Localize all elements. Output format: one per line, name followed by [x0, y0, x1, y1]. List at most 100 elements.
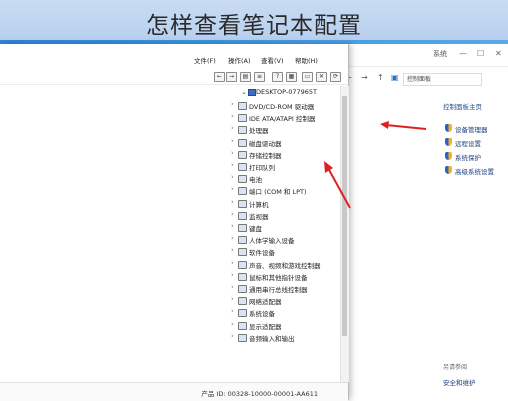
- chevron-right-icon[interactable]: ›: [231, 320, 234, 328]
- device-manager-link-label: 设备管理器: [455, 126, 488, 134]
- chevron-right-icon[interactable]: ›: [231, 161, 234, 169]
- device-category-label: 鼠标和其他指针设备: [249, 273, 308, 282]
- chevron-right-icon[interactable]: ›: [231, 149, 234, 157]
- device-icon: [238, 297, 247, 306]
- device-category-label: 监视器: [249, 212, 269, 221]
- shield-icon: [445, 124, 452, 132]
- see-also-heading: 另请参阅: [443, 364, 468, 371]
- tree-root[interactable]: ⌄ DESKTOP-077965T: [241, 88, 317, 96]
- chevron-right-icon[interactable]: ›: [231, 307, 234, 315]
- device-category-label: 键盘: [249, 225, 262, 233]
- chevron-right-icon[interactable]: ›: [231, 173, 234, 181]
- device-icon: [238, 163, 247, 171]
- help-icon[interactable]: ?: [272, 72, 283, 82]
- minimize-icon[interactable]: —: [459, 49, 467, 58]
- device-icon: [238, 272, 247, 281]
- chevron-right-icon[interactable]: ›: [231, 112, 234, 120]
- chevron-right-icon[interactable]: ›: [231, 137, 234, 145]
- forward-icon[interactable]: →: [226, 72, 237, 82]
- system-window-title: 系统: [433, 50, 447, 58]
- tree-root-label: DESKTOP-077965T: [256, 88, 317, 96]
- scrollbar-thumb[interactable]: [342, 96, 347, 336]
- disable-device-icon[interactable]: ✕: [316, 72, 327, 82]
- device-icon: [238, 248, 247, 257]
- device-category-label: 声音、视频和游戏控制器: [249, 261, 321, 270]
- device-category-label: 打印队列: [249, 164, 275, 172]
- status-bar: 产品 ID: 00328-10000-00001-AA611: [0, 382, 348, 401]
- device-tree: ⌄ DESKTOP-077965T › DVD/CD-ROM 驱动器 › IDE AT…: [0, 86, 348, 382]
- device-category-label: 存储控制器: [249, 151, 282, 160]
- chevron-right-icon[interactable]: ›: [231, 234, 234, 242]
- menu-file[interactable]: 文件(F): [194, 55, 216, 65]
- remote-settings-link[interactable]: 远程设置: [445, 138, 481, 148]
- device-category-label: 网络适配器: [249, 298, 282, 307]
- advanced-system-settings-link[interactable]: 高级系统设置: [445, 166, 494, 176]
- chevron-right-icon[interactable]: ›: [231, 124, 234, 132]
- chevron-right-icon[interactable]: ›: [231, 222, 234, 230]
- device-icon: [238, 114, 247, 123]
- chevron-down-icon[interactable]: ⌄: [241, 88, 247, 96]
- properties-icon[interactable]: ▤: [240, 72, 251, 82]
- maximize-icon[interactable]: ☐: [477, 49, 484, 58]
- device-category-label: 音频输入和输出: [249, 334, 295, 343]
- chevron-right-icon[interactable]: ›: [231, 271, 234, 279]
- device-icon: [238, 175, 247, 184]
- back-icon[interactable]: ←: [214, 72, 225, 82]
- annotation-arrow: [380, 121, 427, 130]
- monitor-icon[interactable]: ▭: [302, 72, 313, 82]
- close-icon[interactable]: ✕: [495, 49, 502, 58]
- chevron-right-icon[interactable]: ›: [231, 295, 234, 303]
- device-icon: [238, 333, 247, 342]
- device-icon: [238, 211, 247, 220]
- device-category-label: 处理器: [249, 127, 269, 136]
- system-window: 系统 — ☐ ✕ ← → ↑ ▣ 控制面板: [340, 44, 508, 400]
- chevron-right-icon[interactable]: ›: [231, 283, 234, 291]
- system-protection-link-label: 系统保护: [455, 154, 481, 162]
- device-icon: [238, 199, 247, 208]
- device-icon: [238, 321, 247, 330]
- chevron-right-icon[interactable]: ›: [231, 332, 234, 340]
- list-view-icon[interactable]: ≡: [254, 72, 265, 82]
- device-category-label: 显示适配器: [249, 322, 282, 331]
- chevron-right-icon[interactable]: ›: [231, 259, 234, 267]
- shield-icon: [445, 138, 452, 146]
- chevron-right-icon[interactable]: ›: [231, 185, 234, 193]
- menu-action[interactable]: 操作(A): [228, 55, 251, 65]
- device-icon: [238, 138, 247, 147]
- device-category-label: 计算机: [249, 200, 269, 209]
- annotation-arrow: [324, 161, 351, 209]
- chevron-right-icon[interactable]: ›: [231, 246, 234, 254]
- device-icon: [238, 150, 247, 159]
- device-category-label: 通用串行总线控制器: [249, 286, 308, 294]
- chevron-right-icon[interactable]: ›: [231, 100, 234, 108]
- computer-icon: [248, 89, 256, 96]
- device-icon: [238, 285, 247, 293]
- system-protection-link[interactable]: 系统保护: [445, 152, 481, 162]
- update-driver-icon[interactable]: ▦: [286, 72, 297, 82]
- device-category-label: 端口 (COM 和 LPT): [249, 188, 307, 197]
- device-icon: [238, 236, 247, 245]
- breadcrumb[interactable]: 控制面板: [403, 73, 482, 86]
- banner: 怎样查看笔记本配置: [0, 0, 508, 40]
- device-manager-link[interactable]: 设备管理器: [445, 124, 488, 134]
- forward-icon[interactable]: →: [361, 73, 368, 82]
- device-category-label: 系统设备: [249, 310, 275, 319]
- scrollbar[interactable]: [340, 86, 349, 382]
- menu-help[interactable]: 帮助(H): [295, 55, 318, 65]
- scan-hardware-icon[interactable]: ⟳: [330, 72, 341, 82]
- chevron-right-icon[interactable]: ›: [231, 198, 234, 206]
- security-maintenance-link[interactable]: 安全和维护: [443, 377, 476, 387]
- shield-icon: [445, 152, 452, 160]
- device-category-label: IDE ATA/ATAPI 控制器: [249, 115, 316, 124]
- device-category-label: 软件设备: [249, 249, 275, 258]
- toolbar: ← → ▤ ≡ ? ▦ ▭ ✕ ⟳: [0, 68, 348, 85]
- device-icon: [238, 102, 247, 110]
- control-panel-home-link[interactable]: 控制面板主页: [443, 101, 482, 111]
- device-manager-window: 文件(F) 操作(A) 查看(V) 帮助(H) ← → ▤ ≡ ? ▦ ▭ ✕ …: [0, 44, 349, 401]
- up-icon[interactable]: ↑: [377, 73, 384, 82]
- menu-view[interactable]: 查看(V): [261, 55, 284, 65]
- device-icon: [238, 309, 247, 318]
- product-id: 产品 ID: 00328-10000-00001-AA611: [201, 390, 318, 398]
- advanced-system-settings-link-label: 高级系统设置: [455, 168, 494, 176]
- chevron-right-icon[interactable]: ›: [231, 210, 234, 218]
